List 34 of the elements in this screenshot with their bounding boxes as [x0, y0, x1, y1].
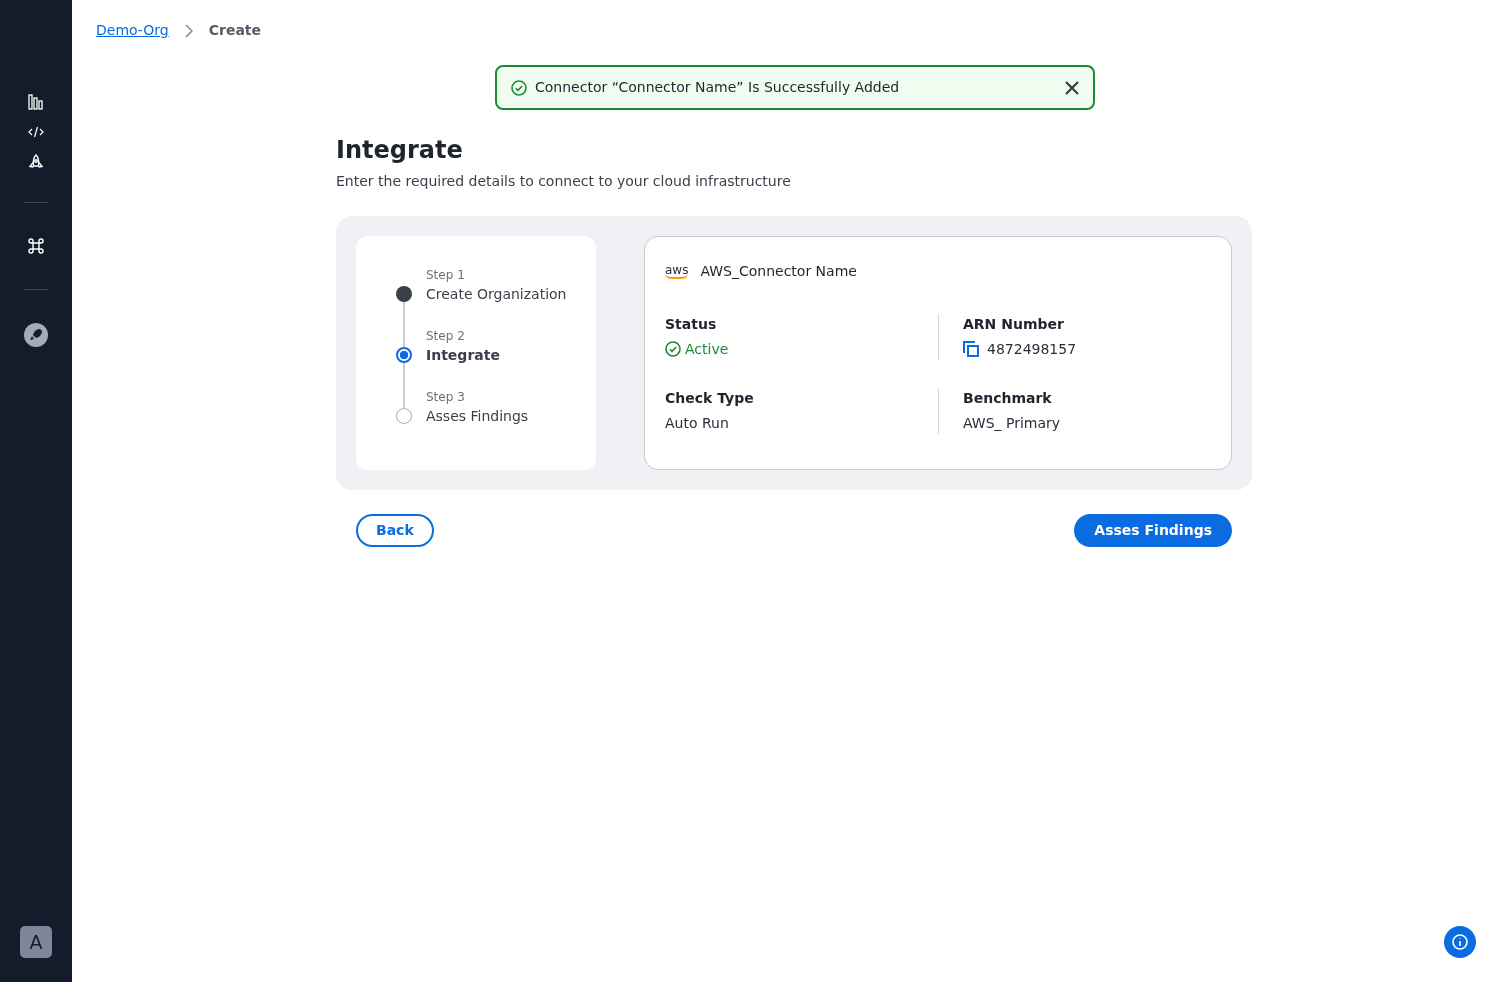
toast-message: Connector “Connector Name” Is Successfully Added: [535, 78, 900, 97]
primary-button[interactable]: Asses Findings: [1074, 513, 1232, 547]
connector-name: AWS_Connector Name: [700, 261, 857, 281]
breadcrumb-link[interactable]: Demo-Org: [96, 20, 169, 41]
check-circle-icon: [665, 341, 681, 358]
step-label: Create Organization: [426, 284, 567, 304]
command-icon[interactable]: [27, 237, 45, 255]
step-label: Asses Findings: [426, 406, 529, 426]
breadcrumb-current: Create: [208, 21, 262, 40]
field-label: Status: [665, 314, 718, 334]
field-value: Auto Run: [665, 413, 730, 433]
field-value: 4872498157: [987, 339, 1077, 359]
close-icon[interactable]: [1065, 80, 1079, 95]
step-number: Step 2: [426, 327, 466, 345]
field-label: ARN Number: [963, 314, 1065, 334]
rocket-icon[interactable]: [27, 154, 45, 170]
page-subtitle: Enter the required details to connect to your cloud infrastructure: [336, 171, 792, 191]
back-button[interactable]: Back: [356, 513, 434, 547]
step-number: Step 1: [426, 266, 466, 284]
field-label: Check Type: [665, 388, 755, 408]
step-number: Step 3: [426, 388, 466, 406]
copy-icon[interactable]: [963, 341, 979, 358]
check-circle-icon: [511, 79, 527, 96]
step-label: Integrate: [426, 345, 500, 365]
bar-chart-icon[interactable]: [28, 94, 44, 110]
user-avatar[interactable]: A: [20, 926, 52, 958]
status-value: Active: [685, 339, 729, 359]
field-value: AWS_ Primary: [963, 413, 1062, 433]
info-button[interactable]: [1444, 926, 1476, 958]
chevron-right-icon: [184, 23, 193, 38]
field-label: Benchmark: [963, 388, 1053, 408]
page-title: Integrate: [336, 136, 464, 165]
code-icon[interactable]: [28, 126, 44, 138]
aws-logo: aws: [665, 263, 689, 279]
